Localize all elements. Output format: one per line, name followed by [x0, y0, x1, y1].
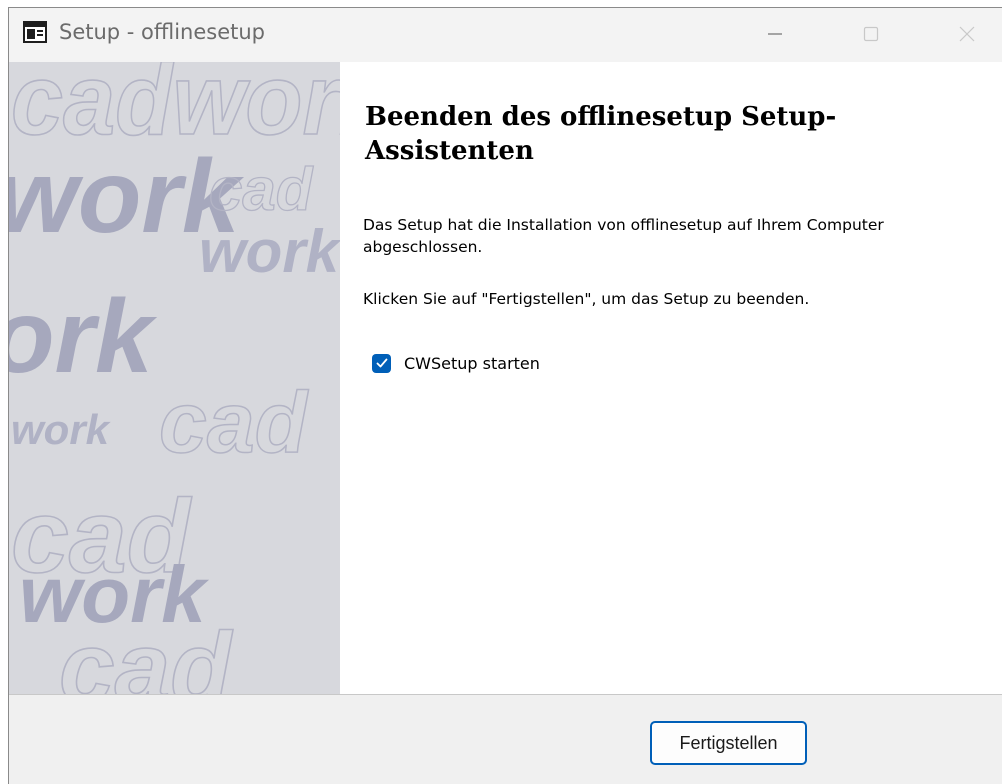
launch-cwsetup-option[interactable]: CWSetup starten — [372, 352, 540, 374]
maximize-icon — [863, 26, 879, 42]
close-icon — [959, 26, 975, 42]
sidebar-watermark: cadwork work cad work ork cad work cad w… — [9, 62, 340, 694]
close-button[interactable] — [947, 20, 987, 48]
launch-cwsetup-checkbox[interactable] — [372, 353, 391, 373]
minimize-button[interactable] — [755, 20, 795, 48]
finish-button[interactable]: Fertigstellen — [650, 721, 807, 765]
cadwork-watermark-image: cadwork work cad work ork cad work cad w… — [9, 62, 340, 694]
watermark-word: ork — [9, 279, 158, 395]
window-title: Setup - offlinesetup — [59, 20, 266, 44]
watermark-word: cad — [59, 612, 233, 694]
watermark-word: cad — [209, 156, 314, 223]
footer-bar: Fertigstellen — [9, 694, 1002, 784]
maximize-button[interactable] — [851, 20, 891, 48]
title-bar[interactable]: Setup - offlinesetup — [9, 8, 1002, 62]
watermark-word: work — [199, 218, 340, 285]
finish-instruction: Klicken Sie auf "Fertigstellen", um das … — [363, 290, 810, 308]
watermark-word: cad — [159, 375, 309, 471]
watermark-word: work — [11, 406, 112, 453]
content-panel: Beenden des offlinesetup Setup-Assistent… — [340, 62, 1002, 694]
completion-message: Das Setup hat die Installation von offli… — [363, 216, 884, 256]
setup-window: Setup - offlinesetup cadwork work cad wo… — [8, 7, 1002, 784]
checkmark-icon — [376, 358, 387, 368]
page-title: Beenden des offlinesetup Setup-Assistent… — [365, 102, 837, 166]
minimize-icon — [768, 33, 782, 35]
app-icon — [23, 21, 47, 43]
launch-cwsetup-label[interactable]: CWSetup starten — [404, 354, 540, 373]
